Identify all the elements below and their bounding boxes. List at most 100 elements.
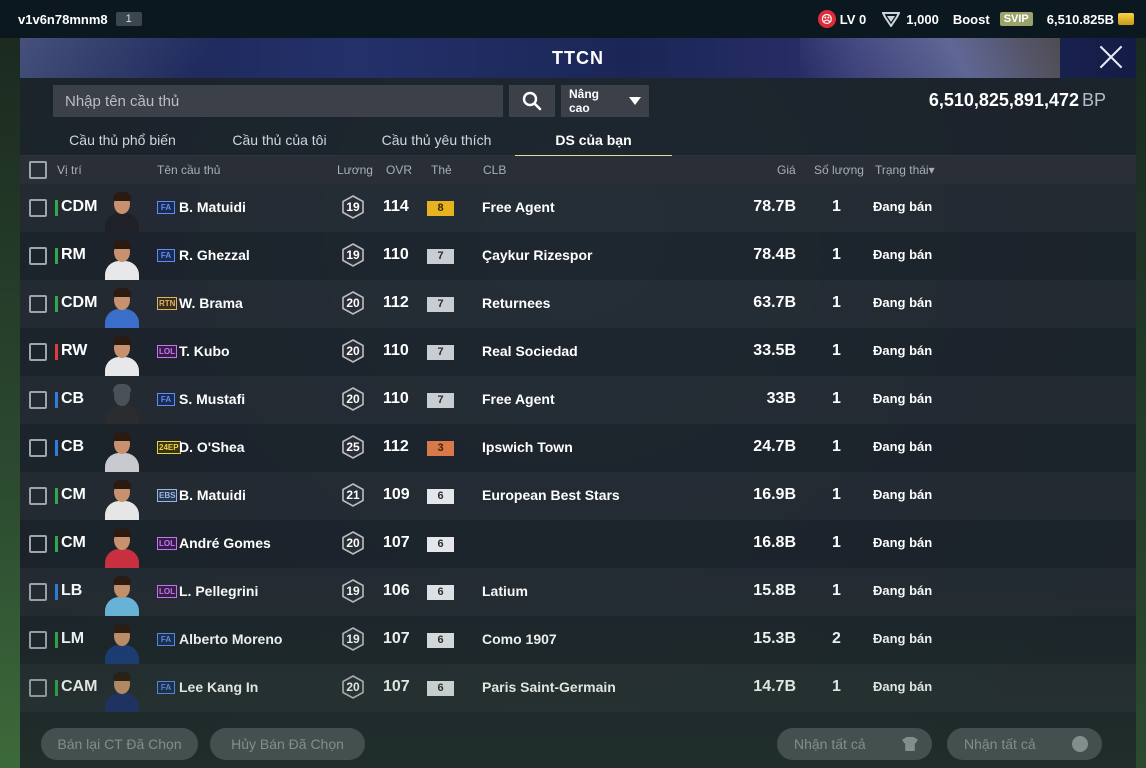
row-checkbox[interactable] [29,535,47,553]
col-position[interactable]: Vị trí [57,163,82,177]
col-name[interactable]: Tên cầu thủ [157,163,220,177]
player-quantity: 1 [832,438,841,455]
player-name[interactable]: R. Ghezzal [179,247,250,263]
player-row[interactable]: CDM FA B. Matuidi 19 114 8 Free Agent 78… [20,184,1136,232]
sad-face-icon: ☹ [817,10,836,28]
tab-favorite-players[interactable]: Cầu thủ yêu thích [358,124,515,156]
close-button[interactable] [1098,44,1124,70]
avatar-body [105,261,139,280]
player-row[interactable]: RM FA R. Ghezzal 19 110 7 Çaykur Rizespo… [20,232,1136,280]
player-quantity: 1 [832,246,841,263]
player-search-input[interactable] [53,85,503,117]
player-name[interactable]: André Gomes [179,535,271,551]
player-ovr: 110 [383,246,409,263]
avatar-hair [113,240,131,249]
player-row[interactable]: RW LOL T. Kubo 20 110 7 Real Sociedad 33… [20,328,1136,376]
player-avatar[interactable] [100,380,144,424]
player-avatar[interactable] [100,428,144,472]
player-ovr: 112 [383,438,409,455]
player-avatar[interactable] [100,236,144,280]
receive-all-bp-button[interactable]: Nhận tất cả [947,728,1102,760]
row-checkbox[interactable] [29,631,47,649]
col-grade[interactable]: Thẻ [431,163,452,177]
upgrade-grade-badge: 6 [427,489,454,504]
player-row[interactable]: CM LOL André Gomes 20 107 6 16.8B 1 Đang… [20,520,1136,568]
col-status[interactable]: Trạng thái▾ [875,163,935,177]
receive-all-label: Nhận tất cả [964,736,1036,752]
avatar-hair [113,672,131,681]
player-avatar[interactable] [100,284,144,328]
row-checkbox[interactable] [29,439,47,457]
player-ovr: 110 [383,390,409,407]
upgrade-grade-badge: 6 [427,585,454,600]
player-avatar[interactable] [100,332,144,376]
player-row[interactable]: LB LOL L. Pellegrini 19 106 6 Latium 15.… [20,568,1136,616]
upgrade-grade-badge: 7 [427,345,454,360]
player-avatar[interactable] [100,188,144,232]
avatar-body [105,453,139,472]
row-checkbox[interactable] [29,343,47,361]
advanced-filter-dropdown[interactable]: Nâng cao [561,85,649,117]
player-club: Paris Saint-Germain [482,679,616,695]
ttcn-modal: TTCN Nâng cao 6,510,825,891,472BP Cầu th… [20,38,1136,768]
player-row[interactable]: CB 24EP D. O'Shea 25 112 3 Ipswich Town … [20,424,1136,472]
player-name[interactable]: D. O'Shea [179,439,245,455]
col-wage[interactable]: Lương [337,163,373,177]
row-checkbox[interactable] [29,583,47,601]
search-button[interactable] [509,85,555,117]
player-row[interactable]: CAM FA Lee Kang In 20 107 6 Paris Saint-… [20,664,1136,712]
player-avatar[interactable] [100,524,144,568]
modal-header: TTCN [20,38,1136,78]
tab-my-listings[interactable]: DS của bạn [515,124,672,157]
player-avatar[interactable] [100,476,144,520]
player-position: CDM [61,294,98,311]
player-row[interactable]: CDM RTN W. Brama 20 112 7 Returnees 63.7… [20,280,1136,328]
row-checkbox[interactable] [29,295,47,313]
row-checkbox[interactable] [29,679,47,697]
jersey-icon [902,737,918,751]
col-price[interactable]: Giá [777,163,796,177]
player-name[interactable]: B. Matuidi [179,199,246,215]
player-name[interactable]: S. Mustafi [179,391,245,407]
position-color-bar [55,632,58,648]
col-ovr[interactable]: OVR [386,163,412,177]
player-position: CM [61,486,86,503]
receive-all-players-button[interactable]: Nhận tất cả [777,728,932,760]
row-checkbox[interactable] [29,487,47,505]
season-badge: FA [157,681,175,694]
row-checkbox[interactable] [29,391,47,409]
player-row[interactable]: CM EBS B. Matuidi 21 109 6 European Best… [20,472,1136,520]
player-club: Free Agent [482,199,555,215]
player-name[interactable]: W. Brama [179,295,243,311]
player-position: CAM [61,678,98,695]
player-name[interactable]: L. Pellegrini [179,583,258,599]
avatar-body [105,501,139,520]
season-badge: RTN [157,297,178,310]
player-avatar[interactable] [100,572,144,616]
cancel-selected-button[interactable]: Hủy Bán Đã Chọn [210,728,365,760]
row-checkbox[interactable] [29,247,47,265]
position-color-bar [55,584,58,600]
player-wage: 20 [346,344,360,358]
player-avatar[interactable] [100,668,144,712]
season-badge: LOL [157,345,177,358]
tab-my-players[interactable]: Cầu thủ của tôi [201,124,358,156]
player-quantity: 2 [832,630,841,647]
tab-popular-players[interactable]: Cầu thủ phổ biến [44,124,201,156]
avatar-hair [113,480,131,489]
select-all-checkbox[interactable] [29,161,47,179]
season-badge: FA [157,201,175,214]
player-club: Free Agent [482,391,555,407]
shield-count: 1,000 [906,11,939,27]
player-avatar[interactable] [100,620,144,664]
col-quantity[interactable]: Số lượng [814,163,864,177]
player-name[interactable]: T. Kubo [179,343,230,359]
player-name[interactable]: B. Matuidi [179,487,246,503]
player-name[interactable]: Lee Kang In [179,679,258,695]
resell-selected-button[interactable]: Bán lại CT Đã Chọn [41,728,198,760]
player-row[interactable]: CB FA S. Mustafi 20 110 7 Free Agent 33B… [20,376,1136,424]
player-name[interactable]: Alberto Moreno [179,631,282,647]
col-club[interactable]: CLB [483,163,506,177]
player-row[interactable]: LM FA Alberto Moreno 19 107 6 Como 1907 … [20,616,1136,664]
row-checkbox[interactable] [29,199,47,217]
